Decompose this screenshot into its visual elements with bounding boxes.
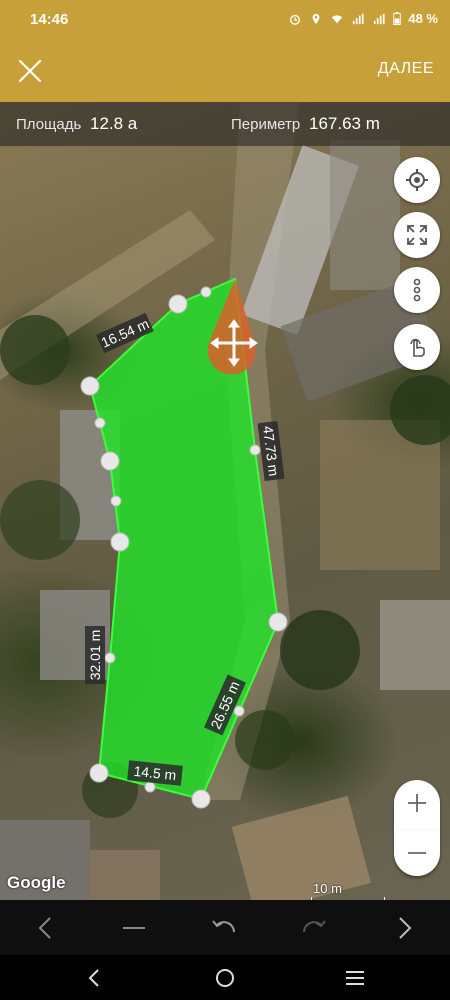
fullscreen-icon (407, 225, 427, 245)
signal-icon (374, 13, 385, 24)
map-view[interactable]: 16.54 m 47.73 m 26.55 m 14.5 m 32.01 m П… (0, 102, 450, 900)
midpoint-handle[interactable] (110, 495, 122, 507)
midpoint-handle[interactable] (94, 417, 106, 429)
location-icon (312, 13, 320, 24)
edge-label-text: 32.01 m (87, 630, 103, 681)
back-button[interactable] (82, 965, 108, 991)
next-button[interactable]: ДАЛЕЕ (378, 60, 434, 78)
edit-toolbar (0, 900, 450, 955)
measurement-bar: Площадь 12.8 а Периметр 167.63 m (0, 102, 450, 146)
scale-label: 10 m (313, 881, 342, 896)
edge-label: 32.01 m (85, 626, 105, 684)
polygon-vertex[interactable] (89, 763, 109, 783)
polygon-vertex[interactable] (110, 532, 130, 552)
polygon-vertex[interactable] (80, 376, 100, 396)
wifi-icon (332, 14, 343, 23)
fullscreen-button[interactable] (394, 212, 440, 258)
my-location-button[interactable] (394, 157, 440, 203)
delete-icon (123, 927, 145, 929)
area-label: Площадь (16, 116, 82, 133)
polygon-vertex[interactable] (268, 612, 288, 632)
satellite-imagery: 16.54 m 47.73 m 26.55 m 14.5 m 32.01 m (0, 102, 450, 900)
delete-point-button[interactable] (118, 912, 150, 944)
midpoint-handle[interactable] (104, 652, 116, 664)
my-location-icon (406, 169, 428, 191)
midpoint-handle[interactable] (144, 781, 156, 793)
prev-icon (38, 917, 51, 939)
alarm-icon (290, 14, 301, 25)
undo-button[interactable] (208, 912, 240, 944)
minus-icon (408, 852, 426, 854)
more-options-button[interactable] (394, 267, 440, 313)
redo-button[interactable] (298, 912, 330, 944)
perimeter-label: Периметр (231, 116, 301, 133)
perimeter-value: 167.63 m (309, 114, 380, 133)
zoom-in-button[interactable] (394, 780, 440, 830)
home-button[interactable] (212, 965, 238, 991)
redo-icon (303, 920, 326, 933)
more-vert-icon (413, 278, 421, 302)
touch-mode-button[interactable] (394, 324, 440, 370)
polygon-vertex[interactable] (191, 789, 211, 809)
midpoint-handle[interactable] (233, 705, 245, 717)
next-icon (399, 917, 412, 939)
zoom-out-button[interactable] (394, 830, 440, 876)
midpoint-handle[interactable] (200, 286, 212, 298)
google-attribution: Google (7, 873, 66, 892)
recents-icon (346, 971, 364, 985)
recents-button[interactable] (342, 965, 368, 991)
midpoint-handle[interactable] (249, 444, 261, 456)
close-button[interactable] (14, 55, 46, 87)
home-icon (216, 969, 234, 987)
status-icons: 48 % (288, 11, 438, 26)
battery-percent: 48 % (408, 11, 438, 26)
status-bar: 14:46 48 % (0, 0, 450, 40)
system-nav-bar (0, 955, 450, 1000)
polygon-vertex[interactable] (100, 451, 120, 471)
polygon-vertex[interactable] (168, 294, 188, 314)
close-icon (18, 59, 42, 83)
app-bar: ДАЛЕЕ (0, 40, 450, 102)
area-value: 12.8 а (90, 114, 138, 133)
signal-icon (353, 13, 364, 24)
status-time: 14:46 (30, 11, 69, 28)
previous-point-button[interactable] (30, 912, 62, 944)
plus-icon (408, 794, 426, 812)
next-point-button[interactable] (388, 912, 420, 944)
back-icon (88, 969, 99, 987)
touch-mode-icon (410, 338, 425, 357)
battery-icon (393, 12, 402, 25)
undo-icon (212, 920, 235, 933)
